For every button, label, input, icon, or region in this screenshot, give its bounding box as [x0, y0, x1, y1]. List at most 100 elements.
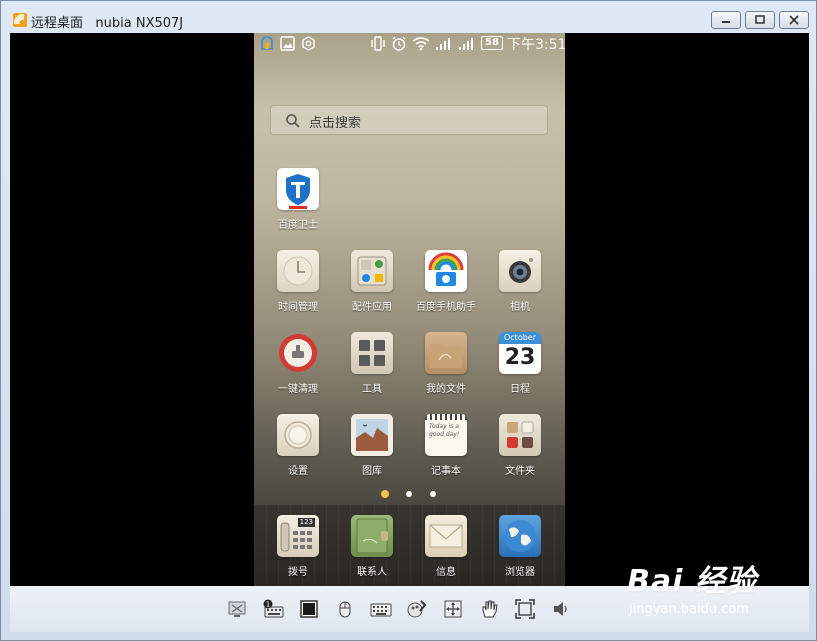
app-label: 拨号	[288, 567, 308, 578]
baidu-jingyan-watermark: Bai 经验 jingyan.baidu.com	[627, 556, 777, 626]
app-tools[interactable]: 工具	[335, 332, 409, 395]
contacts-icon	[351, 515, 393, 557]
screen-button[interactable]	[298, 598, 320, 620]
app-label: 百度手机助手	[416, 302, 476, 313]
app-notepad[interactable]: Today is a good day! 记事本	[409, 414, 483, 477]
image-notification-icon	[280, 36, 295, 51]
app-label: 文件夹	[505, 466, 535, 477]
watermark-url: jingyan.baidu.com	[629, 602, 749, 617]
fullscreen-button[interactable]	[514, 598, 536, 620]
app-accessory-apps[interactable]: 配件应用	[335, 250, 409, 313]
messages-icon	[425, 515, 467, 557]
search-icon	[286, 114, 300, 128]
browser-globe-icon	[499, 515, 541, 557]
dock-dialer[interactable]: 123 拨号	[261, 515, 335, 578]
app-label: 工具	[362, 384, 382, 395]
app-label: 我的文件	[426, 384, 466, 395]
dialer-display: 123	[297, 518, 315, 527]
mouse-button[interactable]	[334, 598, 356, 620]
app-label: 设置	[288, 466, 308, 477]
paint-button[interactable]	[406, 598, 428, 620]
svg-text:1: 1	[266, 601, 270, 609]
minimize-button[interactable]	[711, 11, 741, 29]
page-dot[interactable]	[430, 491, 436, 497]
battery-indicator: 58	[481, 36, 503, 50]
signal-icon	[436, 38, 450, 50]
window-title: 远程桌面 nubia NX507J	[31, 12, 183, 31]
phone-home-screen[interactable]: 58 下午3:51 点击搜索 百度卫士 时间管理 配件应用 百度手机助手 相机 …	[254, 33, 565, 586]
volume-icon	[554, 602, 567, 616]
signal-icon-2	[459, 38, 473, 50]
minimize-icon	[722, 21, 730, 23]
camera-icon	[499, 250, 541, 292]
app-camera[interactable]: 相机	[483, 250, 557, 313]
app-label: 图库	[362, 466, 382, 477]
window-app-name: 远程桌面	[31, 16, 84, 31]
paint-icon	[407, 600, 427, 618]
watermark-logo: Bai 经验	[627, 564, 757, 599]
keyboard-button[interactable]	[370, 598, 392, 620]
maximize-icon	[755, 15, 765, 24]
app-label: 记事本	[431, 466, 461, 477]
clock-icon	[277, 250, 319, 292]
mouse-icon	[339, 601, 351, 618]
calendar-day: 23	[504, 345, 536, 370]
settings-notification-icon	[302, 36, 315, 51]
phone-dialer-icon: 123	[277, 515, 319, 557]
app-folder[interactable]: 文件夹	[483, 414, 557, 477]
move-button[interactable]	[442, 598, 464, 620]
notepad-icon: Today is a good day!	[425, 414, 467, 456]
search-bar[interactable]: 点击搜索	[270, 105, 548, 135]
page-indicator	[254, 489, 565, 499]
hand-button[interactable]	[478, 598, 500, 620]
close-icon	[789, 15, 799, 25]
remote-desktop-window: 远程桌面 nubia NX507J 58 下午3:51 点击搜索 百度卫士 时间…	[0, 0, 817, 641]
remote-desktop-app-icon	[13, 13, 27, 27]
keyboard-icon	[370, 603, 392, 617]
app-settings[interactable]: 设置	[261, 414, 335, 477]
alarm-icon	[392, 36, 406, 51]
app-gallery[interactable]: 图库	[335, 414, 409, 477]
screenshot-keyboard-button[interactable]: 1	[262, 598, 284, 620]
window-device-name: nubia NX507J	[95, 16, 184, 31]
app-label: 一键清理	[278, 384, 318, 395]
volume-button[interactable]	[550, 598, 572, 620]
app-label: 浏览器	[505, 567, 535, 578]
tools-icon	[351, 332, 393, 374]
page-dot[interactable]	[406, 491, 412, 497]
app-baidu-assistant[interactable]: 百度手机助手	[409, 250, 483, 313]
gallery-icon	[351, 414, 393, 456]
calendar-month: October	[499, 332, 541, 344]
search-placeholder: 点击搜索	[309, 116, 362, 131]
accessory-apps-icon	[351, 250, 393, 292]
screenshot-keyboard-icon: 1	[263, 599, 284, 618]
fullscreen-icon	[515, 599, 535, 619]
settings-dial-icon	[277, 414, 319, 456]
app-calendar[interactable]: October 23 日程	[483, 332, 557, 395]
disconnect-icon	[228, 601, 246, 617]
notepad-text: Today is a good day!	[429, 423, 460, 438]
app-label: 时间管理	[278, 302, 318, 313]
title-bar[interactable]: 远程桌面 nubia NX507J	[1, 1, 816, 33]
calendar-icon: October 23	[499, 332, 541, 374]
app-label: 配件应用	[352, 302, 392, 313]
app-my-files[interactable]: 我的文件	[409, 332, 483, 395]
move-icon	[444, 600, 462, 618]
dock-contacts[interactable]: 联系人	[335, 515, 409, 578]
page-dot-active[interactable]	[381, 490, 389, 498]
dock-browser[interactable]: 浏览器	[483, 515, 557, 578]
maximize-button[interactable]	[745, 11, 775, 29]
close-button[interactable]	[779, 11, 809, 29]
clean-icon	[277, 332, 319, 374]
status-time: 下午3:51	[507, 37, 565, 53]
app-baidu-guard[interactable]: 百度卫士	[261, 168, 335, 231]
disconnect-button[interactable]	[226, 598, 248, 620]
app-time-manager[interactable]: 时间管理	[261, 250, 335, 313]
app-one-key-clean[interactable]: 一键清理	[261, 332, 335, 395]
baidu-assistant-icon	[425, 250, 467, 292]
dock-messages[interactable]: 信息	[409, 515, 483, 578]
hand-icon	[482, 600, 498, 618]
remote-screen-viewport[interactable]: 58 下午3:51 点击搜索 百度卫士 时间管理 配件应用 百度手机助手 相机 …	[10, 33, 809, 586]
app-label: 百度卫士	[278, 220, 318, 231]
vibrate-icon	[371, 36, 385, 51]
